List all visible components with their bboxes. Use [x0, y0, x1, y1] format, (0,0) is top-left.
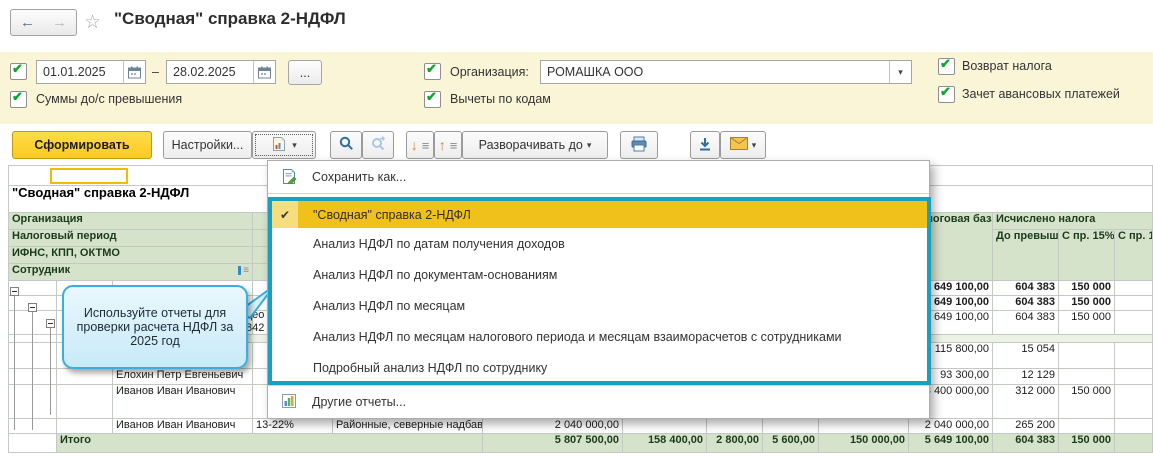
header-tax-period: Налоговый период: [8, 229, 253, 247]
organization-checkbox[interactable]: [424, 61, 441, 80]
find-next-icon: [371, 136, 386, 154]
page-title: "Сводная" справка 2-НДФЛ: [114, 9, 346, 28]
sort-icon[interactable]: ≡: [238, 266, 249, 276]
deduction-codes-checkbox[interactable]: [424, 89, 441, 108]
period-dash: –: [152, 65, 159, 79]
organization-label: Организация:: [450, 65, 529, 79]
highlight-frame: ✔ "Сводная" справка 2-НДФЛ Анализ НДФЛ п…: [268, 197, 931, 385]
employee-name: Елохин Петр Евгеньевич: [112, 368, 253, 385]
calendar-icon[interactable]: [123, 61, 145, 83]
generate-button[interactable]: Сформировать: [12, 131, 152, 159]
header-over-15: С пр. 15%: [1058, 229, 1115, 281]
tree-collapse-toggle[interactable]: [10, 287, 19, 296]
header-employee: Сотрудник ≡: [8, 263, 253, 281]
employee-name: Иванов Иван Иванович: [112, 384, 253, 419]
chevron-down-icon[interactable]: ▾: [889, 61, 911, 83]
period-checkbox[interactable]: [10, 61, 27, 80]
menu-item-variant[interactable]: Анализ НДФЛ по документам-основаниям: [272, 259, 927, 290]
header-ifns: ИФНС, КПП, ОКТМО: [8, 246, 253, 264]
menu-item-save-as[interactable]: Сохранить как...: [268, 161, 929, 193]
header-organization: Организация: [8, 212, 253, 230]
excess-sums-label: Суммы до/с превышения: [36, 92, 183, 106]
chevron-down-icon: ▾: [751, 139, 757, 150]
tax-rate: 13-22%: [252, 418, 333, 434]
report-variants-menu: Сохранить как... ✔ "Сводная" справка 2-Н…: [267, 160, 931, 419]
advance-offset-checkbox[interactable]: [938, 84, 955, 103]
period-to-value: 28.02.2025: [173, 65, 236, 79]
employee-name: Иванов Иван Иванович: [112, 418, 253, 434]
deduction-codes-label: Вычеты по кодам: [450, 92, 551, 106]
organization-value: РОМАШКА ООО: [547, 65, 644, 79]
expand-arrow-icon: ↓: [410, 137, 418, 153]
expand-all-button[interactable]: ↓ ≡: [406, 131, 434, 159]
chart-report-icon: [281, 393, 297, 412]
chevron-down-icon: ▾: [292, 139, 297, 150]
search-icon: [339, 136, 354, 154]
save-file-button[interactable]: [690, 131, 720, 159]
app-window: ← → ☆ "Сводная" справка 2-НДФЛ 01.01.202…: [0, 0, 1153, 456]
back-arrow-icon: ←: [20, 14, 35, 31]
printer-icon: [630, 136, 648, 155]
check-icon: ✔: [272, 201, 298, 228]
tree-line: [14, 296, 15, 430]
chevron-down-icon: ▾: [586, 139, 592, 150]
period-from-input[interactable]: 01.01.2025: [36, 60, 146, 84]
header-before-excess: До превыш.: [992, 229, 1059, 281]
organization-input[interactable]: РОМАШКА ООО ▾: [540, 60, 912, 84]
find-next-button[interactable]: [362, 131, 394, 159]
menu-item-other-reports[interactable]: Другие отчеты...: [268, 386, 929, 418]
table-row: Иванов Иван Иванович 13-22% Районные, се…: [8, 418, 1153, 434]
search-button[interactable]: [330, 131, 362, 159]
tax-refund-checkbox[interactable]: [938, 56, 955, 75]
save-as-icon: [281, 168, 297, 187]
menu-item-variant[interactable]: Подробный анализ НДФЛ по сотруднику: [272, 352, 927, 383]
clipped-cell-text: 842: [246, 322, 265, 334]
list-lines-icon: ≡: [449, 137, 458, 153]
back-button[interactable]: ←: [10, 9, 45, 36]
collapse-all-button[interactable]: ↑ ≡: [434, 131, 462, 159]
settings-button[interactable]: Настройки...: [163, 131, 252, 159]
advance-offset-label: Зачет авансовых платежей: [962, 87, 1120, 101]
send-email-button[interactable]: ▾: [720, 131, 766, 159]
menu-separator: [268, 193, 929, 194]
menu-item-variant[interactable]: Анализ НДФЛ по месяцам налогового период…: [272, 321, 927, 352]
envelope-icon: [729, 137, 748, 153]
calendar-icon[interactable]: [253, 61, 275, 83]
download-icon: [698, 137, 712, 154]
header-calculated-tax: Исчислено налога: [991, 212, 1153, 230]
total-row: Итого 5 807 500,00 158 400,00 2 800,00 5…: [8, 433, 1153, 453]
menu-item-variant[interactable]: Анализ НДФЛ по месяцам: [272, 290, 927, 321]
forward-arrow-icon: →: [52, 14, 67, 31]
table-left-border: [8, 280, 9, 452]
selected-cell-indicator: [50, 168, 128, 184]
income-type: Районные, северные надбавки: [332, 418, 483, 434]
total-label: Итого: [56, 433, 483, 453]
report-variant-icon: [271, 136, 288, 155]
excess-sums-checkbox[interactable]: [10, 89, 27, 108]
tree-line: [32, 312, 33, 430]
menu-item-variant[interactable]: Анализ НДФЛ по датам получения доходов: [272, 228, 927, 259]
expand-to-button[interactable]: Разворачивать до ▾: [462, 131, 608, 159]
print-button[interactable]: [620, 131, 658, 159]
callout-bubble: Используйте отчеты для проверки расчета …: [62, 285, 248, 369]
tree-collapse-toggle[interactable]: [46, 319, 55, 328]
collapse-arrow-icon: ↑: [438, 137, 446, 153]
menu-item-variant-selected[interactable]: ✔ "Сводная" справка 2-НДФЛ: [272, 201, 927, 228]
header-over-18: С пр. 18%: [1113, 229, 1153, 281]
period-more-button[interactable]: ...: [288, 60, 322, 85]
period-from-value: 01.01.2025: [43, 65, 106, 79]
list-lines-icon: ≡: [421, 137, 430, 153]
period-to-input[interactable]: 28.02.2025: [166, 60, 276, 84]
tree-collapse-toggle[interactable]: [28, 303, 37, 312]
tree-line: [50, 328, 51, 415]
forward-button[interactable]: →: [43, 9, 77, 36]
tax-refund-label: Возврат налога: [962, 59, 1052, 73]
report-variants-button[interactable]: ▾: [252, 131, 316, 159]
favorite-star-icon[interactable]: ☆: [84, 11, 101, 34]
